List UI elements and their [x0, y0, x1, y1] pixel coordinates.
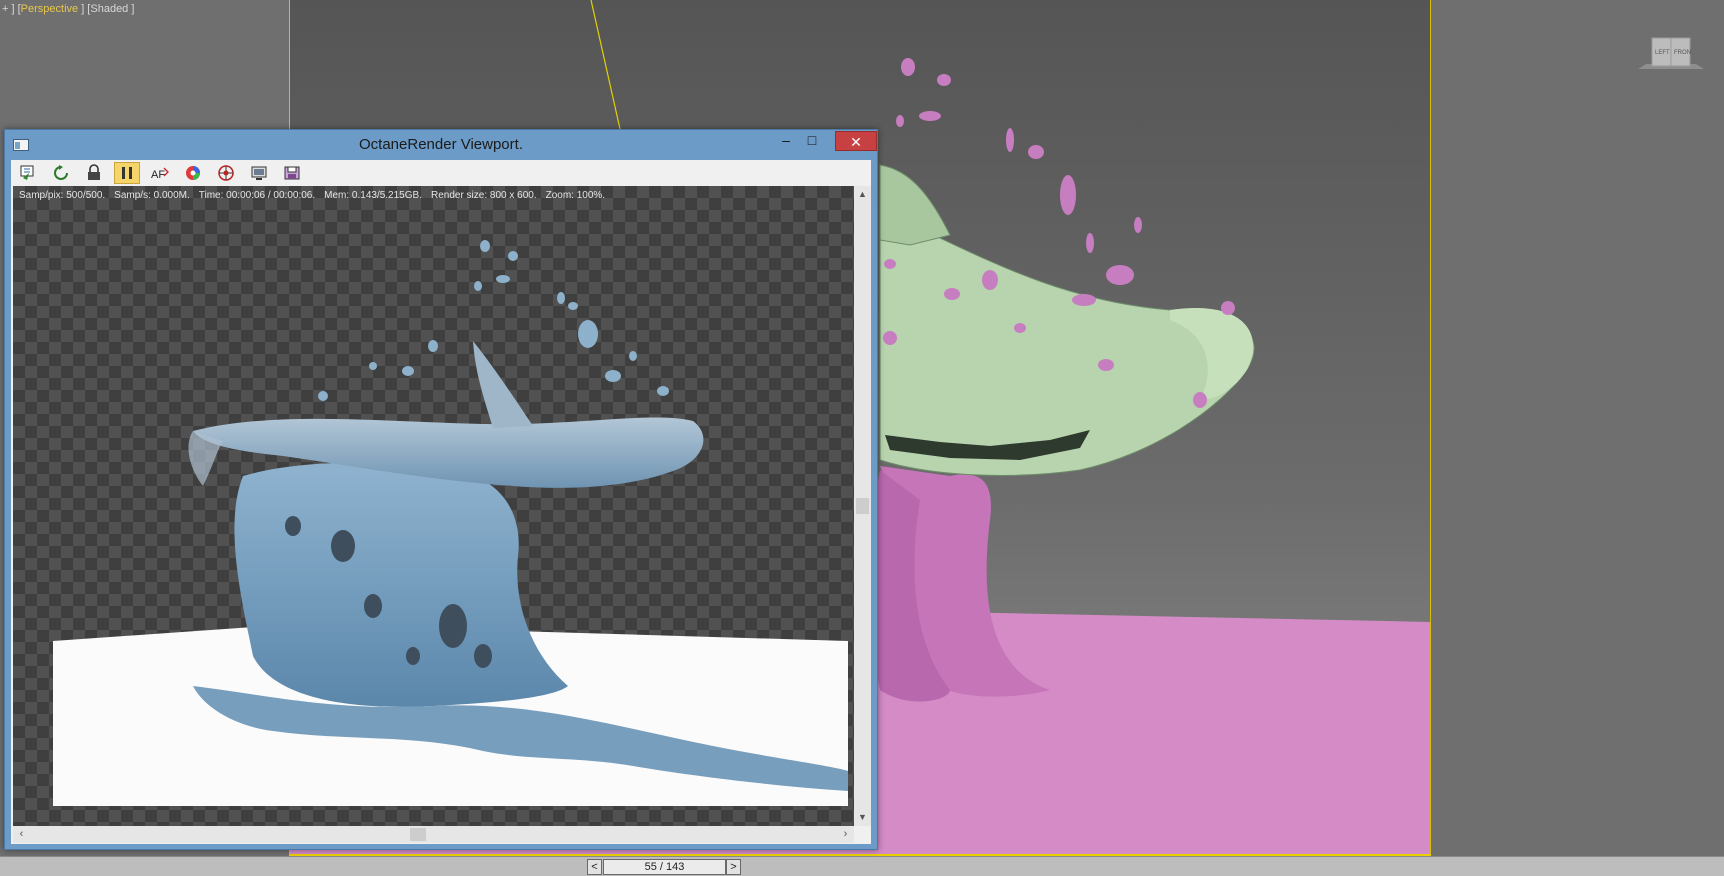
viewport-shading-mode[interactable]: Shaded: [90, 3, 128, 15]
viewport-label-prefix: + ] [: [2, 3, 21, 15]
svg-text:AF: AF: [151, 169, 165, 181]
scroll-down-icon[interactable]: ▼: [854, 809, 871, 826]
render-time: Time: 00:00:06 / 00:00:06.: [198, 190, 316, 201]
viewport-view-name[interactable]: Perspective: [21, 3, 78, 15]
vertical-scrollbar[interactable]: ▲ ▼: [854, 186, 871, 826]
light-line: [590, 0, 621, 130]
zoom-level: Zoom: 100%.: [545, 190, 606, 201]
lock-icon[interactable]: [81, 162, 107, 184]
shark-body: [879, 209, 1255, 476]
pause-icon[interactable]: [114, 162, 140, 184]
previous-frame-button[interactable]: <: [587, 859, 602, 875]
viewport-label[interactable]: + ] [Perspective ] [Shaded ]: [2, 3, 134, 15]
timeline-bar: < 55 / 143 >: [0, 856, 1724, 876]
send-scene-icon[interactable]: [15, 162, 41, 184]
maximize-button[interactable]: □: [799, 131, 825, 151]
region-icon[interactable]: [213, 162, 239, 184]
minimize-button[interactable]: –: [773, 131, 799, 151]
render-canvas[interactable]: Samp/pix: 500/500. Samp/s: 0.000M. Time: 0…: [13, 186, 854, 826]
horizontal-scroll-thumb[interactable]: [410, 828, 426, 841]
viewport-label-suffix: ]: [128, 3, 135, 15]
render-image: [53, 240, 848, 806]
close-button[interactable]: ✕: [835, 131, 877, 151]
scroll-left-icon[interactable]: ‹: [13, 826, 30, 843]
scroll-right-icon[interactable]: ›: [837, 826, 854, 843]
octane-toolbar: AF: [11, 160, 871, 186]
render-shark-fin: [473, 341, 533, 428]
next-frame-button[interactable]: >: [726, 859, 741, 875]
render-status-line: Samp/pix: 500/500. Samp/s: 0.000M. Time: 0…: [19, 190, 614, 201]
octane-viewport-window: OctaneRender Viewport. – □ ✕ AF Samp/pix…: [4, 129, 878, 850]
display-icon[interactable]: [246, 162, 272, 184]
af-focus-icon[interactable]: AF: [147, 162, 173, 184]
window-title: OctaneRender Viewport.: [359, 136, 523, 153]
render-size: Render size: 800 x 600.: [430, 190, 537, 201]
samples-per-second: Samp/s: 0.000M.: [114, 190, 190, 201]
window-client-area: AF Samp/pix: 500/500. Samp/s: 0.000M. Ti…: [11, 160, 871, 844]
scroll-up-icon[interactable]: ▲: [854, 186, 871, 203]
refresh-icon[interactable]: [48, 162, 74, 184]
window-titlebar[interactable]: OctaneRender Viewport. – □ ✕: [5, 130, 877, 160]
render-splash: [234, 462, 568, 707]
color-picker-icon[interactable]: [180, 162, 206, 184]
horizontal-scrollbar[interactable]: ‹ ›: [13, 826, 854, 843]
vertical-scroll-thumb[interactable]: [856, 498, 869, 514]
shark-fin: [879, 164, 951, 246]
samples-per-pixel: Samp/pix: 500/500.: [19, 190, 106, 201]
viewcube-front-label: FRON: [1674, 50, 1691, 56]
time-slider[interactable]: 55 / 143: [603, 859, 726, 875]
save-image-icon[interactable]: [279, 162, 305, 184]
viewcube-left-label: LEFT: [1655, 50, 1670, 56]
viewcube-icon[interactable]: LEFT FRON: [1634, 36, 1708, 74]
memory-usage: Mem: 0.143/5.215GB.: [324, 190, 422, 201]
viewport-label-mid: ] [: [78, 3, 91, 15]
